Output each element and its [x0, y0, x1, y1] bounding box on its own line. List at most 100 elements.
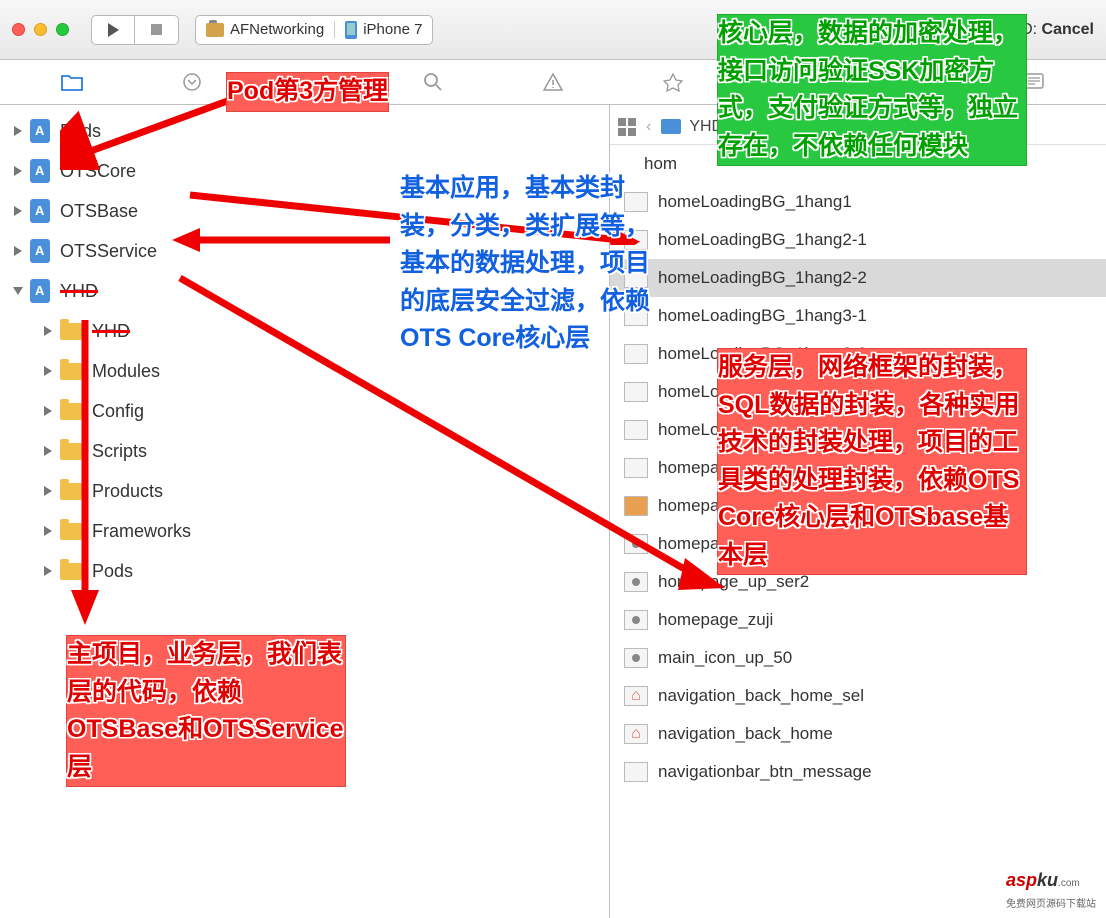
asset-name: homeLoadingBG_1hang3-2	[658, 344, 867, 364]
asset-row[interactable]: homeLoadingCategoryBG	[610, 411, 1106, 449]
disclosure-triangle-icon[interactable]	[14, 166, 22, 176]
nav-item-label: OTSBase	[60, 201, 138, 222]
disclosure-triangle-icon[interactable]	[44, 366, 52, 376]
minimize-window-button[interactable]	[34, 23, 47, 36]
tab-issues[interactable]	[538, 67, 568, 97]
scheme-selector[interactable]: AFNetworking iPhone 7	[195, 15, 433, 45]
jump-bar[interactable]: ‹ YHD › YHD › Assets	[610, 109, 1106, 145]
nav-item-frameworks[interactable]: Frameworks	[0, 511, 609, 551]
asset-row[interactable]: main_icon_up_50	[610, 639, 1106, 677]
disclosure-triangle-icon[interactable]	[44, 446, 52, 456]
folder-icon	[60, 323, 82, 340]
asset-row[interactable]: homeLoadingBG_1hang3-2	[610, 335, 1106, 373]
folder-icon	[60, 443, 82, 460]
asset-row[interactable]: homepage_searchbar	[610, 487, 1106, 525]
folder-icon	[60, 563, 82, 580]
asset-name: main_icon_up_50	[658, 648, 792, 668]
folder-icon	[740, 119, 760, 134]
folder-icon	[60, 523, 82, 540]
phone-icon	[345, 21, 357, 39]
asset-thumbnail-icon	[624, 420, 648, 440]
asset-row[interactable]: navigationbar_btn_message	[610, 753, 1106, 791]
asset-row[interactable]: homeLoadingBG_1hang2-2	[610, 259, 1106, 297]
hom-label: hom	[644, 154, 677, 174]
asset-thumbnail-icon	[624, 306, 648, 326]
asset-name: homeLoadingBG_1hang3-3	[658, 382, 867, 402]
disclosure-triangle-icon[interactable]	[44, 526, 52, 536]
asset-row[interactable]: homeLoadingBG_1hang2-1	[610, 221, 1106, 259]
disclosure-triangle-icon[interactable]	[44, 566, 52, 576]
disclosure-triangle-icon[interactable]	[14, 246, 22, 256]
asset-name: navigation_back_home_sel	[658, 686, 864, 706]
scheme-name: AFNetworking	[230, 21, 324, 38]
nav-item-otscore[interactable]: OTSCore	[0, 151, 609, 191]
project-icon	[30, 199, 50, 223]
asset-row[interactable]: homepage_arrow_ci...	[610, 449, 1106, 487]
folder-icon	[60, 363, 82, 380]
run-stop-segment	[91, 15, 179, 45]
nav-item-config[interactable]: Config	[0, 391, 609, 431]
asset-thumbnail-icon	[624, 192, 648, 212]
navigator-tabbar	[0, 60, 1106, 105]
tab-folder[interactable]	[57, 67, 87, 97]
asset-thumbnail-icon	[624, 572, 648, 592]
asset-row[interactable]: homeLoadingBG_1hang1	[610, 183, 1106, 221]
disclosure-triangle-icon[interactable]	[14, 126, 22, 136]
back-chevron-icon[interactable]: ‹	[646, 118, 651, 136]
project-navigator[interactable]: PodsOTSCoreOTSBaseOTSServiceYHDYHDModule…	[0, 105, 610, 918]
tab-source-control[interactable]	[177, 67, 207, 97]
disclosure-triangle-icon[interactable]	[44, 406, 52, 416]
play-icon	[108, 23, 119, 37]
related-items-icon[interactable]	[618, 118, 636, 136]
asset-row[interactable]: navigation_back_home_sel	[610, 677, 1106, 715]
toolbar: AFNetworking iPhone 7 D: Cancel	[0, 0, 1106, 60]
disclosure-triangle-icon[interactable]	[44, 326, 52, 336]
asset-name: navigation_back_home	[658, 724, 833, 744]
nav-item-scripts[interactable]: Scripts	[0, 431, 609, 471]
asset-row[interactable]: homeLoadingBG_1hang3-1	[610, 297, 1106, 335]
asset-row[interactable]: homepage_zuji	[610, 601, 1106, 639]
disclosure-triangle-icon[interactable]	[13, 287, 23, 295]
tab-reports[interactable]	[1019, 67, 1049, 97]
run-button[interactable]	[91, 15, 135, 45]
asset-thumbnail-icon	[624, 762, 648, 782]
nav-item-label: Frameworks	[92, 521, 191, 542]
nav-item-products[interactable]: Products	[0, 471, 609, 511]
nav-item-yhd[interactable]: YHD	[0, 311, 609, 351]
asset-row[interactable]: homeLoadingBG_1hang3-3	[610, 373, 1106, 411]
close-window-button[interactable]	[12, 23, 25, 36]
asset-catalog-panel: ‹ YHD › YHD › Assets hom homeLoadingBG_1…	[610, 105, 1106, 918]
zoom-window-button[interactable]	[56, 23, 69, 36]
disclosure-triangle-icon[interactable]	[44, 486, 52, 496]
asset-row[interactable]: hom	[610, 145, 1106, 183]
tab-breakpoints[interactable]	[899, 67, 929, 97]
asset-thumbnail-icon	[624, 534, 648, 554]
asset-thumbnail-icon	[624, 344, 648, 364]
nav-item-label: OTSCore	[60, 161, 136, 182]
disclosure-triangle-icon[interactable]	[14, 206, 22, 216]
asset-thumbnail-icon	[624, 686, 648, 706]
nav-item-otsbase[interactable]: OTSBase	[0, 191, 609, 231]
tab-debug[interactable]	[778, 67, 808, 97]
tab-tests[interactable]	[658, 67, 688, 97]
nav-item-otsservice[interactable]: OTSService	[0, 231, 609, 271]
nav-item-yhd[interactable]: YHD	[0, 271, 609, 311]
stop-button[interactable]	[135, 15, 179, 45]
activity-status: D: Cancel	[1021, 21, 1094, 39]
nav-item-label: Pods	[92, 561, 133, 582]
nav-item-pods[interactable]: Pods	[0, 111, 609, 151]
nav-item-pods[interactable]: Pods	[0, 551, 609, 591]
asset-row[interactable]: homepage_up_ser2	[610, 563, 1106, 601]
tab-symbols[interactable]	[298, 67, 328, 97]
asset-name: homeLoadingBG_1hang3-1	[658, 306, 867, 326]
asset-row[interactable]: homepage_up_ser	[610, 525, 1106, 563]
nav-item-label: YHD	[60, 281, 98, 302]
asset-thumbnail-icon	[624, 268, 648, 288]
asset-row[interactable]: navigation_back_home	[610, 715, 1106, 753]
tab-find[interactable]	[418, 67, 448, 97]
folder-icon	[60, 403, 82, 420]
nav-item-modules[interactable]: Modules	[0, 351, 609, 391]
folder-icon	[661, 119, 681, 134]
asset-name: navigationbar_btn_message	[658, 762, 872, 782]
nav-item-label: Config	[92, 401, 144, 422]
